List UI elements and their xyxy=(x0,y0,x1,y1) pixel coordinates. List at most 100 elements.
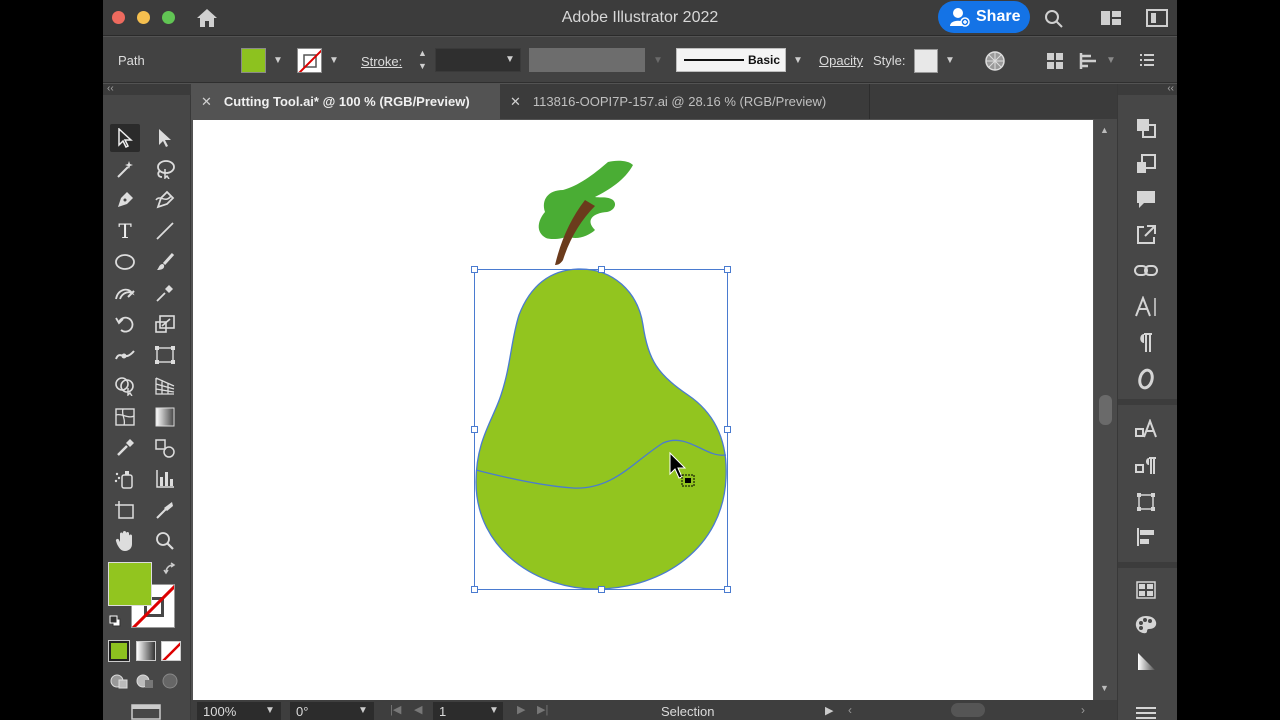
brush-definition-dropdown[interactable]: Basic xyxy=(676,48,786,72)
transform-icon[interactable] xyxy=(1079,51,1099,76)
gradient-mode-button[interactable] xyxy=(136,641,156,661)
previous-artboard-icon[interactable]: ◀ xyxy=(414,703,422,716)
direct-selection-tool-icon[interactable] xyxy=(150,124,180,152)
column-graph-tool-icon[interactable] xyxy=(150,465,180,493)
stroke-weight-dropdown[interactable]: ▼ xyxy=(435,48,521,72)
artboards-icon[interactable] xyxy=(1134,152,1158,176)
paragraph-icon[interactable] xyxy=(1134,331,1158,355)
gradient-panel-icon[interactable] xyxy=(1134,649,1158,673)
opentype-icon[interactable] xyxy=(1134,367,1158,391)
layers-icon[interactable] xyxy=(1134,116,1158,140)
next-artboard-icon[interactable]: ▶ xyxy=(517,703,525,716)
none-mode-button[interactable] xyxy=(161,641,181,661)
recolor-artwork-icon[interactable] xyxy=(984,50,1006,77)
color-mode-button[interactable] xyxy=(108,640,130,662)
scale-tool-icon[interactable] xyxy=(150,310,180,338)
last-artboard-icon[interactable]: ▶| xyxy=(537,703,548,716)
ellipse-tool-icon[interactable] xyxy=(110,248,140,276)
graphic-style-swatch[interactable] xyxy=(914,49,938,73)
lasso-tool-icon[interactable] xyxy=(150,155,180,183)
blend-tool-icon[interactable] xyxy=(150,434,180,462)
selection-tool-icon[interactable] xyxy=(110,124,140,152)
symbol-sprayer-tool-icon[interactable] xyxy=(110,465,140,493)
close-tab-icon[interactable]: ✕ xyxy=(510,94,521,110)
share-button[interactable]: Share xyxy=(938,1,1030,33)
default-fill-stroke-icon[interactable] xyxy=(109,614,121,632)
document-tab[interactable]: ✕ Cutting Tool.ai* @ 100 % (RGB/Preview) xyxy=(191,84,500,119)
draw-inside-icon[interactable] xyxy=(161,672,179,695)
workspace-layout-icon[interactable] xyxy=(1100,10,1122,31)
change-screen-mode-icon[interactable] xyxy=(131,704,161,720)
fill-swatch-front[interactable] xyxy=(108,562,152,606)
panel-menu-icon[interactable] xyxy=(1139,52,1155,73)
artboard-tool-icon[interactable] xyxy=(110,496,140,524)
artboard-number-dropdown[interactable]: 1 ▼ xyxy=(433,702,503,720)
draw-normal-icon[interactable] xyxy=(110,672,128,695)
free-transform-tool-icon[interactable] xyxy=(150,341,180,369)
document-tab[interactable]: ✕ 113816-OOPI7P-157.ai @ 28.16 % (RGB/Pr… xyxy=(500,84,870,119)
status-menu-icon[interactable]: ▶ xyxy=(825,704,833,717)
swap-fill-stroke-icon[interactable] xyxy=(163,562,177,581)
chevron-down-icon[interactable]: ▼ xyxy=(1106,55,1116,66)
opacity-label[interactable]: Opacity xyxy=(819,53,863,68)
artboard[interactable] xyxy=(193,120,1093,700)
character-icon[interactable] xyxy=(1134,295,1158,319)
slice-tool-icon[interactable] xyxy=(150,496,180,524)
eyedropper-tool-icon[interactable] xyxy=(110,434,140,462)
fill-color-swatch[interactable] xyxy=(241,48,266,73)
line-segment-tool-icon[interactable] xyxy=(150,217,180,245)
stroke-up-chevron-icon[interactable]: ▲ xyxy=(418,48,427,58)
scroll-up-chevron-icon[interactable]: ▲ xyxy=(1100,125,1109,135)
swatches-icon[interactable] xyxy=(1134,578,1158,602)
zoom-level-dropdown[interactable]: 100% ▼ xyxy=(197,702,281,720)
stroke-down-chevron-icon[interactable]: ▼ xyxy=(418,61,427,71)
expand-panels-icon[interactable]: ‹‹ xyxy=(1118,84,1177,95)
align-panel-icon[interactable] xyxy=(1134,525,1158,549)
horizontal-scrollbar-thumb[interactable] xyxy=(951,703,985,717)
fill-dropdown-chevron-icon[interactable]: ▼ xyxy=(273,55,283,66)
perspective-grid-tool-icon[interactable] xyxy=(150,372,180,400)
scrollbar-thumb[interactable] xyxy=(1099,395,1112,425)
vertical-scrollbar[interactable]: ▲ ▼ xyxy=(1094,119,1117,700)
stroke-label[interactable]: Stroke: xyxy=(361,54,402,69)
magic-wand-tool-icon[interactable] xyxy=(110,155,140,183)
panel-toggle-icon[interactable] xyxy=(1146,9,1168,32)
hand-tool-icon[interactable] xyxy=(110,527,140,555)
rotation-dropdown[interactable]: 0° ▼ xyxy=(290,702,374,720)
chevron-down-icon[interactable]: ▼ xyxy=(945,55,955,66)
close-tab-icon[interactable]: ✕ xyxy=(201,94,212,110)
shaper-tool-icon[interactable] xyxy=(110,279,140,307)
align-icon[interactable] xyxy=(1046,52,1064,75)
gradient-tool-icon[interactable] xyxy=(150,403,180,431)
artwork[interactable] xyxy=(193,120,1093,700)
collapse-toolbar-icon[interactable]: ‹‹ xyxy=(103,84,191,95)
scroll-left-chevron-icon[interactable]: ‹ xyxy=(848,703,852,717)
type-tool-icon[interactable]: T xyxy=(110,217,140,245)
color-palette-icon[interactable] xyxy=(1134,613,1158,637)
width-tool-icon[interactable] xyxy=(110,341,140,369)
export-icon[interactable] xyxy=(1134,223,1158,247)
mesh-tool-icon[interactable] xyxy=(110,403,140,431)
draw-behind-icon[interactable] xyxy=(136,672,154,695)
eraser-tool-icon[interactable] xyxy=(150,279,180,307)
canvas-area[interactable]: ▲ ▼ xyxy=(191,119,1117,700)
paintbrush-tool-icon[interactable] xyxy=(150,248,180,276)
comments-icon[interactable] xyxy=(1134,187,1158,211)
variable-width-profile-dropdown[interactable] xyxy=(529,48,645,72)
rotate-tool-icon[interactable] xyxy=(110,310,140,338)
zoom-tool-icon[interactable] xyxy=(150,527,180,555)
scroll-right-chevron-icon[interactable]: › xyxy=(1081,703,1085,717)
chevron-down-icon[interactable]: ▼ xyxy=(793,55,803,66)
panel-menu-icon[interactable] xyxy=(1134,701,1158,720)
paragraph-styles-icon[interactable] xyxy=(1134,454,1158,478)
pen-tool-icon[interactable] xyxy=(110,186,140,214)
shape-builder-tool-icon[interactable] xyxy=(110,372,140,400)
links-icon[interactable] xyxy=(1134,259,1158,283)
scroll-down-chevron-icon[interactable]: ▼ xyxy=(1100,683,1109,693)
stroke-dropdown-chevron-icon[interactable]: ▼ xyxy=(329,55,339,66)
first-artboard-icon[interactable]: |◀ xyxy=(390,703,401,716)
character-styles-icon[interactable] xyxy=(1134,418,1158,442)
transform-panel-icon[interactable] xyxy=(1134,490,1158,514)
search-icon[interactable] xyxy=(1044,9,1064,34)
stroke-color-swatch[interactable] xyxy=(297,48,322,73)
